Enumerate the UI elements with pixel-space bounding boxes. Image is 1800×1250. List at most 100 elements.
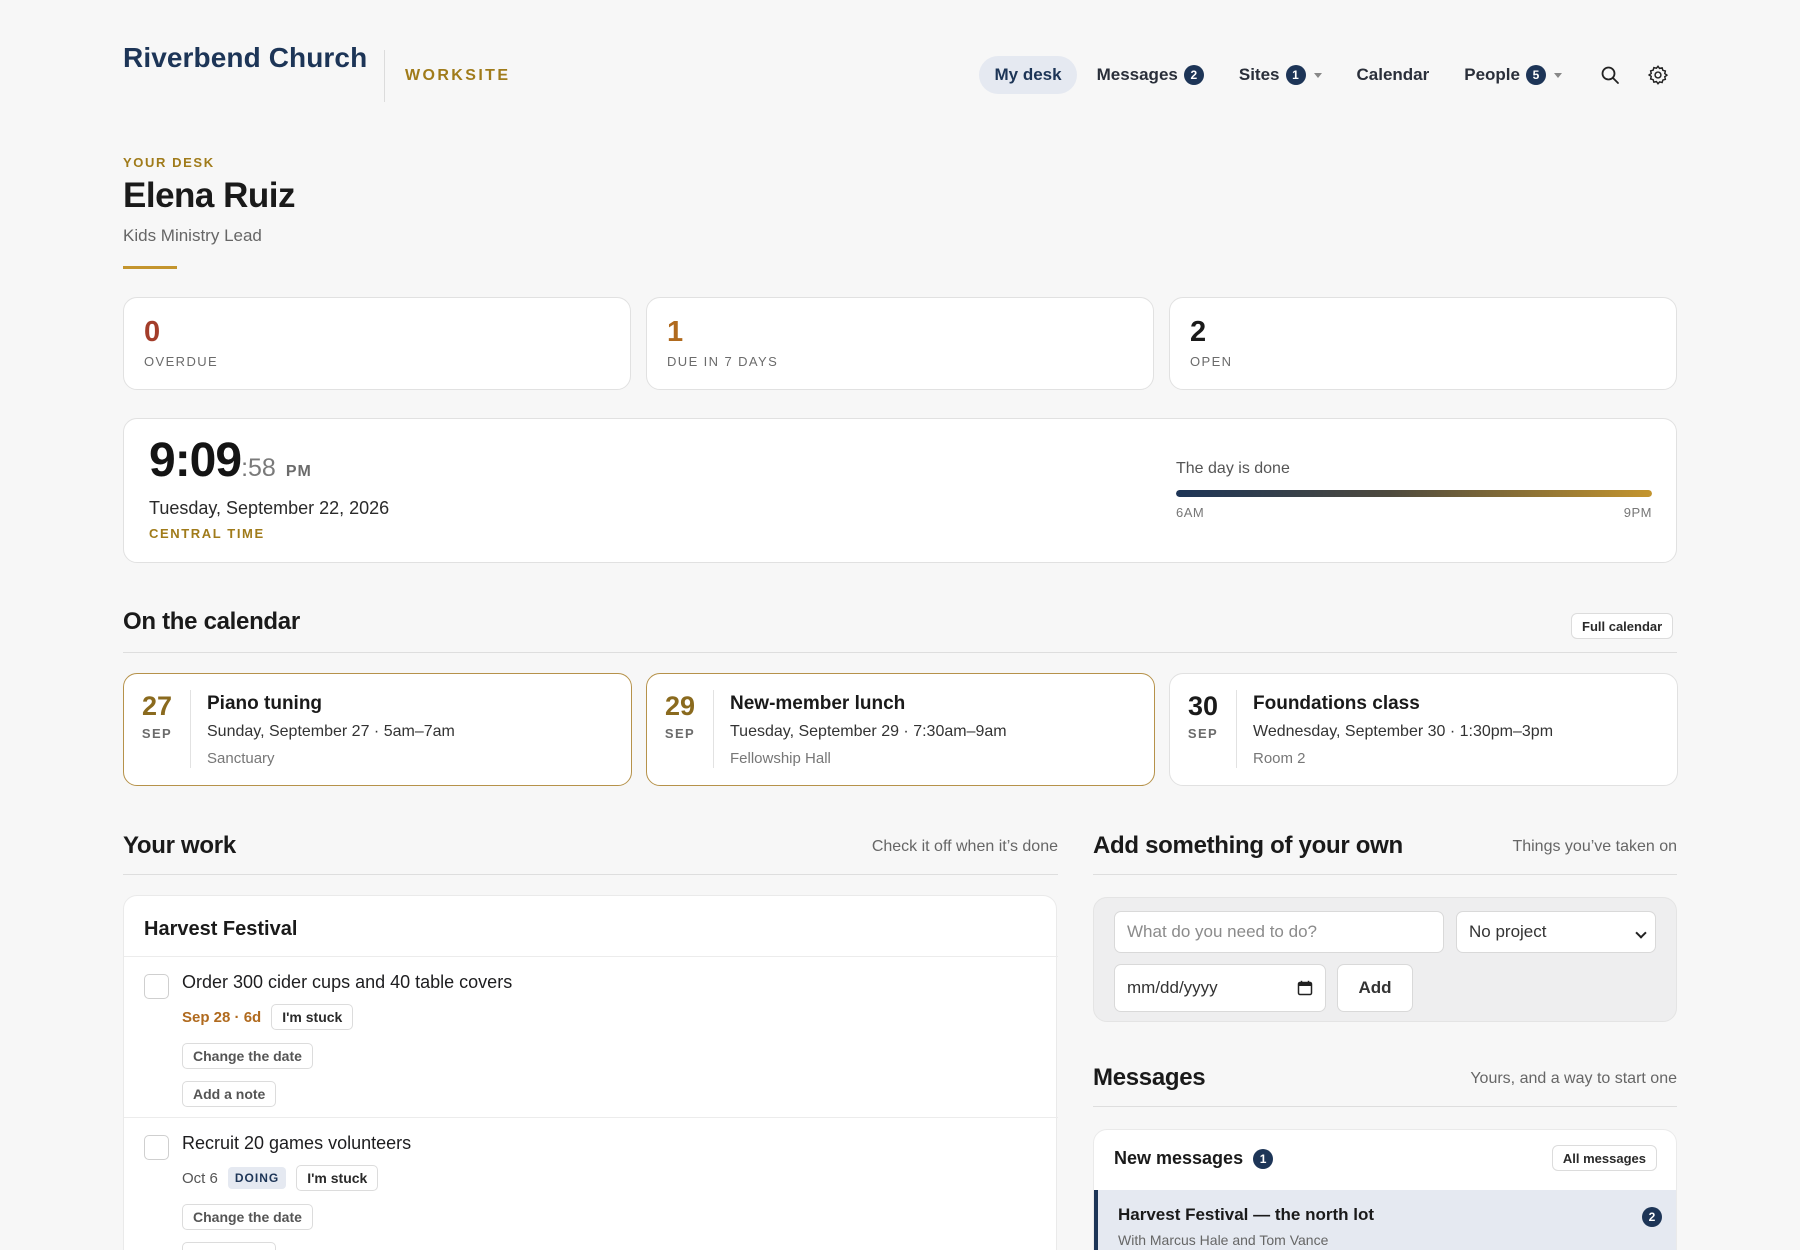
project-select-value: No project [1469,922,1547,941]
event-day: 29 [664,691,696,721]
stat-overdue[interactable]: 0 OVERDUE [123,297,631,390]
calendar-event-card[interactable]: 27 SEP Piano tuning Sunday, September 27… [123,673,632,786]
brand-subtitle: WORKSITE [405,67,511,84]
stat-label: OPEN [1190,354,1233,369]
task-item: Recruit 20 games volunteers Oct 6 DOING … [124,1118,1058,1250]
section-divider [1093,874,1677,875]
task-meta: Oct 6 DOING I'm stuck [182,1165,379,1191]
nav-label: People [1464,65,1520,84]
caret-down-icon [1313,72,1322,78]
day-start-label: 6AM [1176,505,1205,520]
message-participants: With Marcus Hale and Tom Vance [1118,1232,1329,1248]
new-messages-label: New messages [1114,1148,1244,1168]
clock-seconds: :58 [241,454,276,482]
brand-title[interactable]: Riverbend Church [123,42,367,74]
stat-label: DUE IN 7 DAYS [667,354,779,369]
new-task-placeholder: What do you need to do? [1127,922,1317,941]
nav-badge: 1 [1285,65,1306,85]
im-stuck-button[interactable]: I'm stuck [296,1165,379,1191]
nav-people[interactable]: People 5 [1449,56,1577,94]
stat-open[interactable]: 2 OPEN [1169,297,1677,390]
nav-label: My desk [994,65,1062,84]
nav-messages[interactable]: Messages 2 [1082,56,1219,94]
event-location: Sanctuary [207,750,275,767]
stat-value: 0 [144,316,161,348]
search-icon[interactable] [1590,56,1630,94]
nav-badge: 2 [1183,65,1204,85]
event-month: SEP [1187,726,1219,741]
new-messages-header: New messages 1 [1114,1148,1274,1169]
clock-card: 9:09 :58 PM Tuesday, September 22, 2026 … [123,418,1677,563]
event-title: Piano tuning [207,693,323,714]
project-select[interactable]: No project [1456,911,1656,953]
clock-hours-minutes: 9:09 [149,434,242,487]
event-divider [1236,690,1237,768]
nav-label: Sites [1238,65,1280,84]
gear-icon[interactable] [1638,56,1678,94]
clock-timezone: CENTRAL TIME [149,526,265,541]
accent-rule [123,266,177,269]
calendar-event-card[interactable]: 30 SEP Foundations class Wednesday, Sept… [1169,673,1678,786]
task-checkbox[interactable] [144,1135,169,1160]
task-checkbox[interactable] [144,974,169,999]
im-stuck-button[interactable]: I'm stuck [271,1004,354,1030]
event-location: Room 2 [1253,750,1306,767]
clock-time: 9:09 :58 PM [149,433,312,488]
event-month: SEP [141,726,173,741]
due-date-input[interactable]: mm/dd/yyyy [1114,964,1326,1012]
add-note-button[interactable]: Add a note [182,1242,277,1250]
stat-due-soon[interactable]: 1 DUE IN 7 DAYS [646,297,1154,390]
desk-user-name: Elena Ruiz [123,176,295,215]
day-progress-fill [1176,490,1652,497]
messages-section-title: Messages [1093,1064,1206,1091]
nav-calendar[interactable]: Calendar [1342,56,1445,94]
caret-down-icon [1554,72,1562,78]
calendar-icon[interactable] [1297,980,1313,1001]
calendar-event-card[interactable]: 29 SEP New-member lunch Tuesday, Septemb… [646,673,1155,786]
full-calendar-button[interactable]: Full calendar [1571,613,1674,639]
nav-label: Calendar [1356,65,1430,84]
add-section-title: Add something of your own [1093,832,1403,859]
new-task-input[interactable]: What do you need to do? [1114,911,1444,953]
desk-eyebrow: YOUR DESK [123,155,215,170]
message-thread[interactable]: Harvest Festival — the north lot With Ma… [1094,1190,1676,1250]
all-messages-button[interactable]: All messages [1551,1145,1657,1171]
add-note-button[interactable]: Add a note [182,1081,277,1107]
task-due-date: Sep 28 · 6d [182,1008,262,1026]
task-title: Recruit 20 games volunteers [182,1133,412,1153]
add-task-button[interactable]: Add [1337,964,1413,1012]
clock-date: Tuesday, September 22, 2026 [149,498,390,518]
top-header: Riverbend Church WORKSITE My desk Messag… [123,42,1678,102]
messages-panel: New messages 1 All messages Harvest Fest… [1093,1129,1677,1250]
clock-ampm: PM [285,463,312,480]
message-title: Harvest Festival — the north lot [1118,1205,1374,1224]
task-title: Order 300 cider cups and 40 table covers [182,972,513,992]
brand-divider [384,50,385,102]
event-when: Tuesday, September 29 · 7:30am–9am [730,723,1007,740]
event-day: 30 [1187,691,1219,721]
change-date-button[interactable]: Change the date [182,1204,313,1230]
day-progress-label: The day is done [1176,460,1290,477]
desk-user-role: Kids Ministry Lead [123,226,262,245]
nav-sites[interactable]: Sites 1 [1224,56,1337,94]
project-name: Harvest Festival [144,918,298,940]
chevron-down-icon [1635,927,1647,939]
event-when: Wednesday, September 30 · 1:30pm–3pm [1253,723,1554,740]
change-date-button[interactable]: Change the date [182,1043,313,1069]
section-divider [123,874,1058,875]
new-messages-count: 1 [1253,1148,1274,1169]
message-unread-count: 2 [1642,1207,1662,1227]
section-divider [123,652,1677,653]
status-badge: DOING [227,1167,287,1189]
event-when: Sunday, September 27 · 5am–7am [207,723,455,740]
stat-value: 2 [1190,316,1207,348]
nav-badge: 5 [1526,65,1546,85]
due-date-placeholder: mm/dd/yyyy [1127,978,1218,997]
event-divider [713,690,714,768]
day-end-label: 9PM [1623,505,1652,520]
main-nav: My desk Messages 2 Sites 1 Calendar Peop… [979,56,1678,94]
event-day: 27 [141,691,173,721]
nav-my-desk[interactable]: My desk [979,56,1077,94]
add-section-hint: Things you’ve taken on [1512,838,1677,855]
section-divider [1093,1106,1677,1107]
